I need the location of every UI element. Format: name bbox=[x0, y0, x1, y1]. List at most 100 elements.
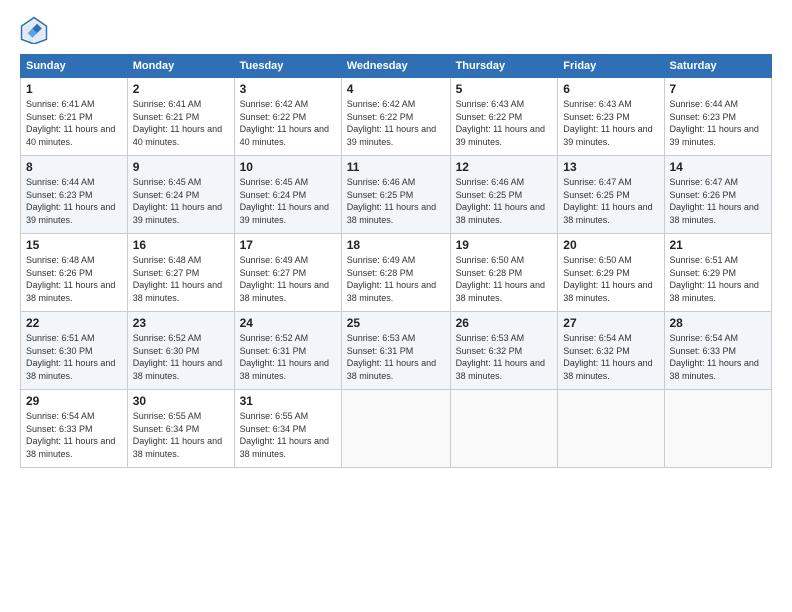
day-info: Sunrise: 6:54 AM Sunset: 6:32 PM Dayligh… bbox=[563, 332, 658, 382]
day-header: Saturday bbox=[664, 55, 772, 78]
day-number: 19 bbox=[456, 238, 553, 252]
calendar-cell: 4Sunrise: 6:42 AM Sunset: 6:22 PM Daylig… bbox=[341, 78, 450, 156]
calendar-cell: 21 Sunrise: 6:51 AM Sunset: 6:29 PM Dayli… bbox=[664, 234, 772, 312]
day-info: Sunrise: 6:49 AM Sunset: 6:27 PM Dayligh… bbox=[240, 254, 336, 304]
day-number: 11 bbox=[347, 160, 445, 174]
day-number: 1 bbox=[26, 82, 122, 96]
day-info: Sunrise: 6:46 AM Sunset: 6:25 PM Dayligh… bbox=[456, 176, 553, 226]
day-info: Sunrise: 6:48 AM Sunset: 6:27 PM Dayligh… bbox=[133, 254, 229, 304]
day-number: 10 bbox=[240, 160, 336, 174]
calendar-cell: 29Sunrise: 6:54 AM Sunset: 6:33 PM Dayli… bbox=[21, 390, 128, 468]
calendar-cell: 1 Sunrise: 6:41 AM Sunset: 6:21 PM Daylig… bbox=[21, 78, 128, 156]
calendar-cell: 7 Sunrise: 6:44 AM Sunset: 6:23 PM Daylig… bbox=[664, 78, 772, 156]
calendar-cell: 28 Sunrise: 6:54 AM Sunset: 6:33 PM Dayli… bbox=[664, 312, 772, 390]
calendar-cell bbox=[450, 390, 558, 468]
calendar-cell: 30Sunrise: 6:55 AM Sunset: 6:34 PM Dayli… bbox=[127, 390, 234, 468]
day-info: Sunrise: 6:55 AM Sunset: 6:34 PM Dayligh… bbox=[240, 410, 336, 460]
day-info: Sunrise: 6:52 AM Sunset: 6:31 PM Dayligh… bbox=[240, 332, 336, 382]
day-info: Sunrise: 6:53 AM Sunset: 6:31 PM Dayligh… bbox=[347, 332, 445, 382]
day-info: Sunrise: 6:42 AM Sunset: 6:22 PM Dayligh… bbox=[347, 98, 445, 148]
calendar-cell bbox=[558, 390, 664, 468]
day-info: Sunrise: 6:43 AM Sunset: 6:23 PM Dayligh… bbox=[563, 98, 658, 148]
calendar-cell: 8 Sunrise: 6:44 AM Sunset: 6:23 PM Daylig… bbox=[21, 156, 128, 234]
day-info: Sunrise: 6:43 AM Sunset: 6:22 PM Dayligh… bbox=[456, 98, 553, 148]
calendar-cell: 18 Sunrise: 6:49 AM Sunset: 6:28 PM Dayli… bbox=[341, 234, 450, 312]
calendar-cell: 10Sunrise: 6:45 AM Sunset: 6:24 PM Dayli… bbox=[234, 156, 341, 234]
day-number: 18 bbox=[347, 238, 445, 252]
day-number: 5 bbox=[456, 82, 553, 96]
day-info: Sunrise: 6:41 AM Sunset: 6:21 PM Dayligh… bbox=[133, 98, 229, 148]
calendar-cell: 31 Sunrise: 6:55 AM Sunset: 6:34 PM Dayli… bbox=[234, 390, 341, 468]
calendar-cell: 6 Sunrise: 6:43 AM Sunset: 6:23 PM Daylig… bbox=[558, 78, 664, 156]
day-number: 24 bbox=[240, 316, 336, 330]
calendar-cell: 23 Sunrise: 6:52 AM Sunset: 6:30 PM Dayli… bbox=[127, 312, 234, 390]
day-info: Sunrise: 6:46 AM Sunset: 6:25 PM Dayligh… bbox=[347, 176, 445, 226]
calendar-week: 29Sunrise: 6:54 AM Sunset: 6:33 PM Dayli… bbox=[21, 390, 772, 468]
page: SundayMondayTuesdayWednesdayThursdayFrid… bbox=[0, 0, 792, 612]
day-number: 26 bbox=[456, 316, 553, 330]
day-info: Sunrise: 6:55 AM Sunset: 6:34 PM Dayligh… bbox=[133, 410, 229, 460]
day-number: 20 bbox=[563, 238, 658, 252]
day-info: Sunrise: 6:44 AM Sunset: 6:23 PM Dayligh… bbox=[26, 176, 122, 226]
calendar-cell: 11 Sunrise: 6:46 AM Sunset: 6:25 PM Dayli… bbox=[341, 156, 450, 234]
calendar-cell: 17 Sunrise: 6:49 AM Sunset: 6:27 PM Dayli… bbox=[234, 234, 341, 312]
day-info: Sunrise: 6:49 AM Sunset: 6:28 PM Dayligh… bbox=[347, 254, 445, 304]
day-number: 6 bbox=[563, 82, 658, 96]
day-info: Sunrise: 6:47 AM Sunset: 6:25 PM Dayligh… bbox=[563, 176, 658, 226]
day-number: 2 bbox=[133, 82, 229, 96]
day-number: 25 bbox=[347, 316, 445, 330]
day-number: 23 bbox=[133, 316, 229, 330]
day-info: Sunrise: 6:54 AM Sunset: 6:33 PM Dayligh… bbox=[26, 410, 122, 460]
day-number: 13 bbox=[563, 160, 658, 174]
day-number: 28 bbox=[670, 316, 767, 330]
calendar-week: 15 Sunrise: 6:48 AM Sunset: 6:26 PM Dayli… bbox=[21, 234, 772, 312]
day-info: Sunrise: 6:54 AM Sunset: 6:33 PM Dayligh… bbox=[670, 332, 767, 382]
day-info: Sunrise: 6:45 AM Sunset: 6:24 PM Dayligh… bbox=[133, 176, 229, 226]
calendar-cell: 19 Sunrise: 6:50 AM Sunset: 6:28 PM Dayli… bbox=[450, 234, 558, 312]
day-number: 3 bbox=[240, 82, 336, 96]
day-header: Sunday bbox=[21, 55, 128, 78]
calendar-week: 22 Sunrise: 6:51 AM Sunset: 6:30 PM Dayli… bbox=[21, 312, 772, 390]
day-header: Wednesday bbox=[341, 55, 450, 78]
calendar-week: 8 Sunrise: 6:44 AM Sunset: 6:23 PM Daylig… bbox=[21, 156, 772, 234]
day-info: Sunrise: 6:50 AM Sunset: 6:29 PM Dayligh… bbox=[563, 254, 658, 304]
calendar-cell: 9 Sunrise: 6:45 AM Sunset: 6:24 PM Daylig… bbox=[127, 156, 234, 234]
calendar-cell: 5 Sunrise: 6:43 AM Sunset: 6:22 PM Daylig… bbox=[450, 78, 558, 156]
calendar-cell bbox=[664, 390, 772, 468]
day-info: Sunrise: 6:50 AM Sunset: 6:28 PM Dayligh… bbox=[456, 254, 553, 304]
day-number: 17 bbox=[240, 238, 336, 252]
day-info: Sunrise: 6:44 AM Sunset: 6:23 PM Dayligh… bbox=[670, 98, 767, 148]
day-number: 7 bbox=[670, 82, 767, 96]
day-number: 21 bbox=[670, 238, 767, 252]
calendar-cell: 24 Sunrise: 6:52 AM Sunset: 6:31 PM Dayli… bbox=[234, 312, 341, 390]
day-number: 22 bbox=[26, 316, 122, 330]
header bbox=[20, 16, 772, 44]
day-info: Sunrise: 6:42 AM Sunset: 6:22 PM Dayligh… bbox=[240, 98, 336, 148]
day-info: Sunrise: 6:41 AM Sunset: 6:21 PM Dayligh… bbox=[26, 98, 122, 148]
day-info: Sunrise: 6:51 AM Sunset: 6:29 PM Dayligh… bbox=[670, 254, 767, 304]
day-number: 31 bbox=[240, 394, 336, 408]
day-number: 9 bbox=[133, 160, 229, 174]
day-header: Thursday bbox=[450, 55, 558, 78]
calendar-cell: 2 Sunrise: 6:41 AM Sunset: 6:21 PM Daylig… bbox=[127, 78, 234, 156]
day-number: 15 bbox=[26, 238, 122, 252]
calendar-cell: 15 Sunrise: 6:48 AM Sunset: 6:26 PM Dayli… bbox=[21, 234, 128, 312]
calendar-cell: 12Sunrise: 6:46 AM Sunset: 6:25 PM Dayli… bbox=[450, 156, 558, 234]
day-info: Sunrise: 6:51 AM Sunset: 6:30 PM Dayligh… bbox=[26, 332, 122, 382]
calendar-cell: 14 Sunrise: 6:47 AM Sunset: 6:26 PM Dayli… bbox=[664, 156, 772, 234]
calendar-cell: 27Sunrise: 6:54 AM Sunset: 6:32 PM Dayli… bbox=[558, 312, 664, 390]
day-info: Sunrise: 6:52 AM Sunset: 6:30 PM Dayligh… bbox=[133, 332, 229, 382]
day-header: Friday bbox=[558, 55, 664, 78]
day-header: Tuesday bbox=[234, 55, 341, 78]
calendar-cell: 20 Sunrise: 6:50 AM Sunset: 6:29 PM Dayli… bbox=[558, 234, 664, 312]
day-info: Sunrise: 6:48 AM Sunset: 6:26 PM Dayligh… bbox=[26, 254, 122, 304]
calendar-cell bbox=[341, 390, 450, 468]
calendar-week: 1 Sunrise: 6:41 AM Sunset: 6:21 PM Daylig… bbox=[21, 78, 772, 156]
calendar-cell: 22 Sunrise: 6:51 AM Sunset: 6:30 PM Dayli… bbox=[21, 312, 128, 390]
day-info: Sunrise: 6:47 AM Sunset: 6:26 PM Dayligh… bbox=[670, 176, 767, 226]
day-number: 8 bbox=[26, 160, 122, 174]
logo bbox=[20, 16, 52, 44]
day-number: 14 bbox=[670, 160, 767, 174]
day-number: 16 bbox=[133, 238, 229, 252]
calendar-cell: 16 Sunrise: 6:48 AM Sunset: 6:27 PM Dayli… bbox=[127, 234, 234, 312]
